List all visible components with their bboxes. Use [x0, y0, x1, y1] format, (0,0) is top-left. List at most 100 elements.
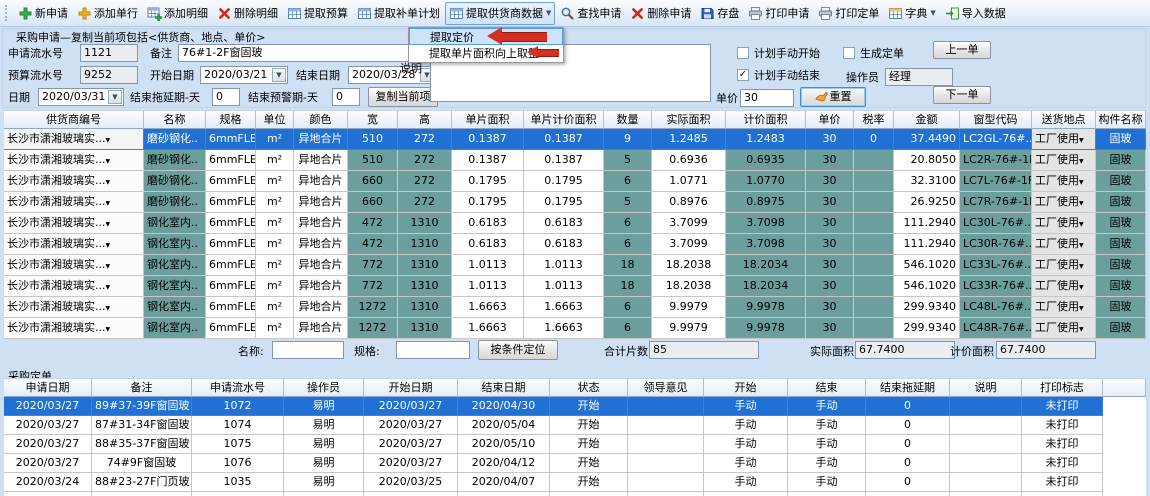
end-date-combo[interactable]: 2020/03/28▼ [348, 66, 436, 84]
table-row[interactable]: 2020/03/2789#37-39F窗固玻1072易明2020/03/2720… [4, 397, 1146, 416]
toolbar-button-save[interactable]: 存盘 [696, 2, 743, 25]
toolbar-button-print-order[interactable]: 打印定单 [814, 2, 883, 25]
column-header-window-code[interactable]: 窗型代码 [960, 110, 1032, 129]
end-warn-field[interactable]: 0 [332, 88, 360, 106]
cell-supplier[interactable]: 长沙市潇湘玻璃实...▼ [4, 234, 144, 255]
chevron-down-icon[interactable]: ▼ [106, 326, 111, 333]
chevron-down-icon[interactable]: ▼ [106, 158, 111, 165]
column-header-spec[interactable]: 规格 [206, 110, 256, 129]
table-row[interactable]: 长沙市潇湘玻璃实...▼磨砂钢化..6mmFLE..m²异地合片5102720.… [4, 150, 1146, 171]
cell-delivery-place[interactable]: 工厂使用▼ [1032, 255, 1096, 276]
column-header-supplier[interactable]: 供货商编号 [4, 110, 144, 129]
chevron-down-icon[interactable]: ▼ [1079, 242, 1084, 249]
cell-delivery-place[interactable]: 工厂使用▼ [1032, 129, 1096, 150]
chevron-down-icon[interactable]: ▼ [272, 68, 286, 82]
toolbar-button-new-request[interactable]: 新申请 [14, 2, 72, 25]
priced-area-field[interactable]: 67.7400 [996, 341, 1096, 359]
chevron-down-icon[interactable]: ▼ [1079, 221, 1084, 228]
toolbar-button-delete-detail[interactable]: 删除明细 [213, 2, 282, 25]
table-row[interactable]: 长沙市潇湘玻璃实...▼磨砂钢化..6mmFLE..m²异地合片6602720.… [4, 171, 1146, 192]
chevron-down-icon[interactable]: ▼ [106, 284, 111, 291]
chevron-down-icon[interactable]: ▼ [1079, 305, 1084, 312]
table-row[interactable]: 长沙市潇湘玻璃实...▼磨砂钢化..6mmFLE..m²异地合片6602720.… [4, 192, 1146, 213]
column-header-unit[interactable]: 单位 [256, 110, 294, 129]
column-header-status[interactable]: 状态 [550, 378, 628, 397]
date-combo[interactable]: 2020/03/31▼ [38, 88, 124, 106]
chevron-down-icon[interactable]: ▼ [106, 305, 111, 312]
chevron-down-icon[interactable]: ▼ [106, 137, 111, 144]
column-header-apply-no[interactable]: 申请流水号 [192, 378, 284, 397]
manual-start-checkbox[interactable] [737, 47, 749, 59]
chevron-down-icon[interactable]: ▼ [106, 200, 111, 207]
table-row[interactable]: 长沙市潇湘玻璃实...▼钢化室内..6mmFLE..m²异地合片12721310… [4, 318, 1146, 339]
toolbar-button-import-data[interactable]: 导入数据 [941, 2, 1010, 25]
column-header-print-flag[interactable]: 打印标志 [1022, 378, 1103, 397]
column-header-delivery-place[interactable]: 送货地点 [1032, 110, 1096, 129]
cell-delivery-place[interactable]: 工厂使用▼ [1032, 297, 1096, 318]
column-header-part-name[interactable]: 构件名称 [1096, 110, 1146, 129]
cell-delivery-place[interactable]: 工厂使用▼ [1032, 318, 1096, 339]
table-row[interactable]: 2020/03/2488#23-27F门页玻1035易明2020/03/2520… [4, 473, 1146, 492]
column-header-name[interactable]: 名称 [144, 110, 206, 129]
cell-delivery-place[interactable]: 工厂使用▼ [1032, 150, 1096, 171]
cell-delivery-place[interactable]: 工厂使用▼ [1032, 171, 1096, 192]
table-row[interactable]: 2020/03/2774#9F窗固玻1076易明2020/03/272020/0… [4, 454, 1146, 473]
unit-price-field[interactable]: 30 [740, 89, 794, 107]
chevron-down-icon[interactable]: ▼ [1079, 284, 1084, 291]
cell-delivery-place[interactable]: 工厂使用▼ [1032, 276, 1096, 297]
manual-end-checkbox[interactable]: ✓ [737, 69, 749, 81]
chevron-down-icon[interactable]: ▼ [106, 242, 111, 249]
column-header-priced-area[interactable]: 计价面积 [726, 110, 806, 129]
column-header-height[interactable]: 高 [398, 110, 452, 129]
cell-supplier[interactable]: 长沙市潇湘玻璃实...▼ [4, 213, 144, 234]
toolbar-button-extract-supplement-plan[interactable]: 提取补单计划 [353, 2, 444, 25]
end-delay-field[interactable]: 0 [212, 88, 240, 106]
table-row[interactable]: 2020/03/2788#35-37F窗固玻1075易明2020/03/2720… [4, 435, 1146, 454]
table-row[interactable]: 2020/03/2787#31-34F窗固玻1074易明2020/03/2720… [4, 416, 1146, 435]
column-header-note[interactable]: 说明 [950, 378, 1022, 397]
chevron-down-icon[interactable]: ▼ [1079, 179, 1084, 186]
filter-name-input[interactable] [272, 341, 344, 359]
generate-order-checkbox[interactable] [843, 47, 855, 59]
column-header-end-delay[interactable]: 结束拖延期 [866, 378, 950, 397]
table-row[interactable]: 长沙市潇湘玻璃实...▼钢化室内..6mmFLE..m²异地合片77213101… [4, 255, 1146, 276]
budget-no-field[interactable]: 9252 [80, 66, 138, 84]
reset-button[interactable]: 重置 [800, 87, 866, 107]
chevron-down-icon[interactable]: ▼ [106, 221, 111, 228]
apply-no-field[interactable]: 1121 [80, 44, 138, 62]
chevron-down-icon[interactable]: ▼ [106, 263, 111, 270]
toolbar-button-extract-budget[interactable]: 提取预算 [283, 2, 352, 25]
column-header-actual-area[interactable]: 实际面积 [652, 110, 726, 129]
cell-delivery-place[interactable]: 工厂使用▼ [1032, 213, 1096, 234]
copy-current-button[interactable]: 复制当前项 [368, 87, 438, 107]
next-order-button[interactable]: 下一单 [933, 86, 991, 104]
cell-supplier[interactable]: 长沙市潇湘玻璃实...▼ [4, 318, 144, 339]
filter-spec-input[interactable] [396, 341, 470, 359]
cell-supplier[interactable]: 长沙市潇湘玻璃实...▼ [4, 297, 144, 318]
column-header-unit-price[interactable]: 单价 [806, 110, 854, 129]
column-header-operator[interactable]: 操作员 [284, 378, 364, 397]
chevron-down-icon[interactable]: ▼ [930, 9, 935, 17]
operator-field[interactable]: 经理 [885, 68, 953, 86]
toolbar-button-dictionary[interactable]: 字典▼ [884, 2, 939, 25]
cell-supplier[interactable]: 长沙市潇湘玻璃实...▼ [4, 255, 144, 276]
column-header-start-date[interactable]: 开始日期 [364, 378, 458, 397]
locate-by-condition-button[interactable]: 按条件定位 [478, 340, 558, 360]
remark-field[interactable]: 76#1-2F窗固玻 [178, 44, 420, 62]
toolbar-button-extract-supplier-data[interactable]: 提取供货商数据▼ [445, 2, 555, 25]
start-date-combo[interactable]: 2020/03/21▼ [200, 66, 288, 84]
toolbar-button-print-request[interactable]: 打印申请 [744, 2, 813, 25]
column-header-end[interactable]: 结束 [788, 378, 866, 397]
chevron-down-icon[interactable]: ▼ [108, 90, 122, 104]
toolbar-button-add-single-row[interactable]: 添加单行 [73, 2, 142, 25]
toolbar-button-find-request[interactable]: 查找申请 [556, 2, 625, 25]
column-header-color[interactable]: 颜色 [294, 110, 348, 129]
table-row[interactable]: 长沙市潇湘玻璃实...▼磨砂钢化..6mmFLE..m²异地合片5102720.… [4, 129, 1146, 150]
table-row[interactable]: 长沙市潇湘玻璃实...▼钢化室内..6mmFLE..m²异地合片47213100… [4, 234, 1146, 255]
column-header-remark[interactable]: 备注 [92, 378, 192, 397]
column-header-leader-opinion[interactable]: 领导意见 [628, 378, 704, 397]
chevron-down-icon[interactable]: ▼ [1079, 326, 1084, 333]
cell-supplier[interactable]: 长沙市潇湘玻璃实...▼ [4, 276, 144, 297]
column-header-end-date[interactable]: 结束日期 [458, 378, 550, 397]
table-row[interactable]: 长沙市潇湘玻璃实...▼钢化室内..6mmFLE..m²异地合片12721310… [4, 297, 1146, 318]
